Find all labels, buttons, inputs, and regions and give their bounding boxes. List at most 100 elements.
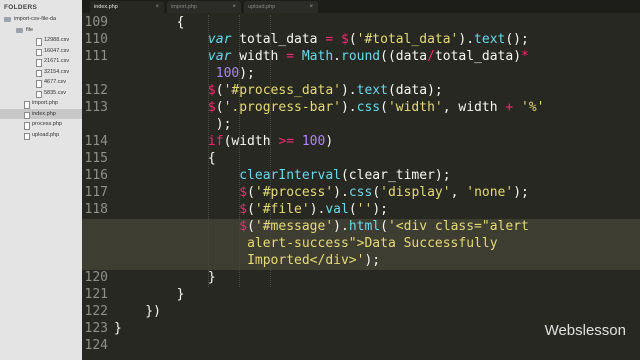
code-token: Imported</div>' — [247, 253, 365, 268]
tab-index-php[interactable]: index.php × — [90, 1, 164, 13]
close-icon[interactable]: × — [309, 1, 313, 13]
code-line: var width = Math.round((data/total_data)… — [114, 49, 529, 64]
sidebar-item-label: file — [26, 26, 34, 33]
code-token: if — [207, 134, 224, 149]
sidebar-file[interactable]: 5835.csv — [0, 88, 82, 98]
code-line: ); — [114, 117, 232, 132]
code-token: Math — [301, 49, 334, 64]
code-token: (clear_timer); — [340, 168, 451, 183]
code-token: '<div class="alert — [387, 219, 529, 234]
code-token: css — [348, 185, 373, 200]
code-token: ( — [380, 219, 388, 234]
file-icon — [36, 59, 42, 67]
code-token: var — [207, 49, 232, 64]
sidebar-file[interactable]: import.php — [0, 98, 82, 109]
sidebar-file[interactable]: 4677.csv — [0, 77, 82, 88]
code-line: $('.progress-bar').css('width', width + … — [114, 100, 545, 115]
code-token: ( — [348, 32, 357, 47]
sidebar-folder[interactable]: import-csv-file-da — [0, 14, 82, 25]
code-token: } — [114, 270, 216, 285]
code-token: ). — [333, 185, 349, 200]
code-token: round — [341, 49, 381, 64]
file-icon — [36, 69, 42, 77]
tab-bar: index.php × import.php × upload.php × — [82, 0, 640, 13]
sidebar-file[interactable]: 16047.csv — [0, 46, 82, 56]
code-token: '' — [356, 202, 373, 217]
code-token: (width — [223, 134, 279, 149]
sidebar-file[interactable]: index.php — [0, 108, 82, 119]
line-number: 121 — [84, 287, 108, 302]
code-line: if(width >= 100) — [114, 134, 333, 149]
sidebar-file[interactable]: process.php — [0, 119, 82, 130]
close-icon[interactable]: × — [155, 1, 159, 13]
code-line: } — [114, 270, 216, 285]
code-token: text — [474, 32, 506, 47]
tab-upload-php[interactable]: upload.php × — [244, 1, 318, 13]
code-token: ((data — [380, 49, 428, 64]
code-token: ( — [380, 100, 388, 115]
file-icon — [24, 111, 30, 119]
sidebar-file[interactable]: 12988.csv — [0, 35, 82, 46]
code-token: 'display' — [380, 185, 451, 200]
code-token: ( — [247, 202, 255, 217]
code-line: { — [114, 15, 185, 30]
line-number: 120 — [84, 270, 108, 285]
code-line: alert-success">Data Successfully — [114, 236, 497, 251]
code-token: ). — [340, 100, 357, 115]
code-token: } — [114, 287, 185, 302]
watermark-logo: Webslesson — [544, 322, 626, 339]
sidebar-folder[interactable]: file — [0, 25, 82, 36]
sidebar-file[interactable]: 32154.csv — [0, 67, 82, 77]
line-number: 123 — [84, 321, 108, 336]
sidebar-item-label: upload.php — [32, 131, 60, 138]
code-token: ); — [364, 253, 381, 268]
code-token: var — [207, 32, 232, 47]
folder-icon — [4, 17, 11, 22]
code-token: 'none' — [466, 185, 514, 200]
code-token: '#process' — [254, 185, 334, 200]
sidebar-file[interactable]: upload.php — [0, 130, 82, 140]
code-token: '#process_data' — [223, 83, 341, 98]
code-token: ); — [239, 66, 255, 81]
code-token: } — [114, 321, 122, 336]
code-token: ) — [325, 134, 334, 149]
line-number: 116 — [84, 168, 108, 183]
sidebar-file[interactable]: 21671.csv — [0, 56, 82, 67]
sidebar-title: FOLDERS — [4, 4, 38, 11]
code-line: { — [114, 151, 216, 166]
code-token: '.progress-bar' — [223, 100, 341, 115]
tab-import-php[interactable]: import.php × — [167, 1, 241, 13]
code-token: $ — [239, 185, 248, 200]
code-line: }) — [114, 304, 161, 319]
code-token: * — [521, 49, 529, 64]
line-number: 113 — [84, 100, 108, 115]
code-token: ); — [372, 202, 388, 217]
sidebar-item-label: 16047.csv — [44, 47, 70, 54]
close-icon[interactable]: × — [232, 1, 236, 13]
code-token: $ — [239, 219, 248, 234]
sidebar: FOLDERS import-csv-file-da file 12988.csv 1… — [0, 0, 82, 360]
file-icon — [24, 132, 30, 140]
code-token: ). — [340, 83, 357, 98]
tab-label: import.php — [171, 4, 197, 10]
file-icon — [36, 80, 42, 88]
code-token: ); — [513, 185, 529, 200]
sidebar-item-label: import.php — [32, 100, 58, 106]
code-token: '#total_data' — [356, 32, 459, 47]
code-token: css — [356, 100, 381, 115]
file-icon — [36, 48, 42, 56]
code-editor[interactable]: { var total_data = $('#total_data').text… — [110, 13, 640, 360]
code-token: . — [333, 49, 341, 64]
code-token: '#file' — [254, 202, 310, 217]
